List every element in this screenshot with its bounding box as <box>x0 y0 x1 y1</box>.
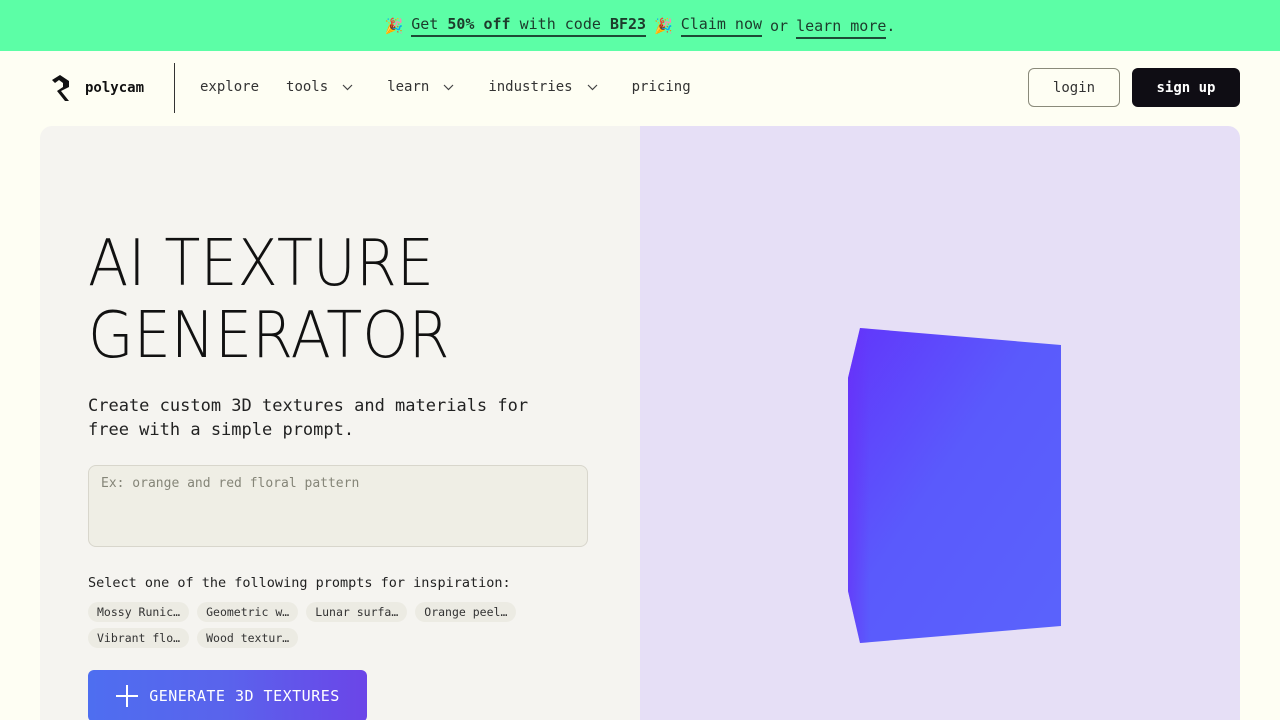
prompt-suggestions: Mossy Runic… Geometric w… Lunar surfa… O… <box>88 602 568 648</box>
plus-icon <box>116 685 139 707</box>
hero-subtitle: Create custom 3D textures and materials … <box>88 396 529 440</box>
inspiration-label: Select one of the following prompts for … <box>88 575 511 591</box>
party-popper-icon: 🎉 <box>384 16 404 35</box>
chevron-down-icon <box>443 84 454 90</box>
prompt-chip[interactable]: Mossy Runic… <box>88 602 190 622</box>
hero-left-panel: AI TEXTURE GENERATOR Create custom 3D te… <box>40 126 640 720</box>
prompt-chip[interactable]: Lunar surfa… <box>306 602 408 622</box>
nav-industries-label: industries <box>488 79 573 95</box>
nav-links: explore tools learn industries pricing <box>200 79 691 95</box>
top-navigation: polycam explore tools learn industries p… <box>0 51 1280 125</box>
nav-pricing[interactable]: pricing <box>632 79 691 95</box>
promo-with-code-text: with code <box>519 14 601 33</box>
promo-get-text: Get <box>411 14 439 33</box>
texture-preview-panel[interactable] <box>640 126 1240 720</box>
learn-more-link[interactable]: learn more <box>796 16 887 39</box>
promo-offer-link[interactable]: Get 50% off with code BF23 <box>411 14 647 37</box>
cube-side-face <box>848 328 870 643</box>
prompt-chip[interactable]: Orange peel… <box>415 602 517 622</box>
promo-discount: 50% off <box>447 14 511 33</box>
promo-banner: 🎉 Get 50% off with code BF23 🎉 Claim now… <box>0 0 1280 51</box>
claim-now-link[interactable]: Claim now <box>680 15 763 37</box>
3d-cube-preview[interactable] <box>840 321 1070 651</box>
page-title: AI TEXTURE GENERATOR <box>88 228 450 372</box>
chevron-down-icon <box>587 84 598 90</box>
nav-pricing-label: pricing <box>631 79 691 95</box>
login-button[interactable]: login <box>1028 68 1120 107</box>
cube-front-face <box>848 328 1061 643</box>
nav-tools[interactable]: tools <box>286 79 353 95</box>
promo-or-text: or <box>770 16 789 35</box>
generate-textures-button[interactable]: GENERATE 3D TEXTURES <box>88 670 367 720</box>
brand-logo-link[interactable]: polycam <box>50 74 144 102</box>
promo-period: . <box>886 16 896 35</box>
chevron-down-icon <box>342 84 353 90</box>
title-line-1: AI TEXTURE <box>88 227 435 301</box>
prompt-chip[interactable]: Wood textur… <box>197 628 299 648</box>
polycam-logo-icon <box>52 75 69 101</box>
nav-tools-label: tools <box>286 79 329 95</box>
nav-explore-label: explore <box>200 79 260 95</box>
generate-label: GENERATE 3D TEXTURES <box>149 687 340 705</box>
party-popper-icon: 🎉 <box>654 16 673 35</box>
nav-industries[interactable]: industries <box>488 79 598 95</box>
nav-divider <box>174 63 175 113</box>
nav-learn-label: learn <box>387 79 430 95</box>
sign-up-button[interactable]: sign up <box>1132 68 1240 107</box>
promo-code: BF23 <box>609 14 647 33</box>
nav-explore[interactable]: explore <box>200 79 259 95</box>
nav-learn[interactable]: learn <box>387 79 454 95</box>
texture-prompt-input[interactable] <box>88 465 588 547</box>
title-line-2: GENERATOR <box>88 299 450 373</box>
prompt-chip[interactable]: Vibrant flo… <box>88 628 190 648</box>
prompt-chip[interactable]: Geometric w… <box>197 602 299 622</box>
brand-name: polycam <box>85 80 145 96</box>
